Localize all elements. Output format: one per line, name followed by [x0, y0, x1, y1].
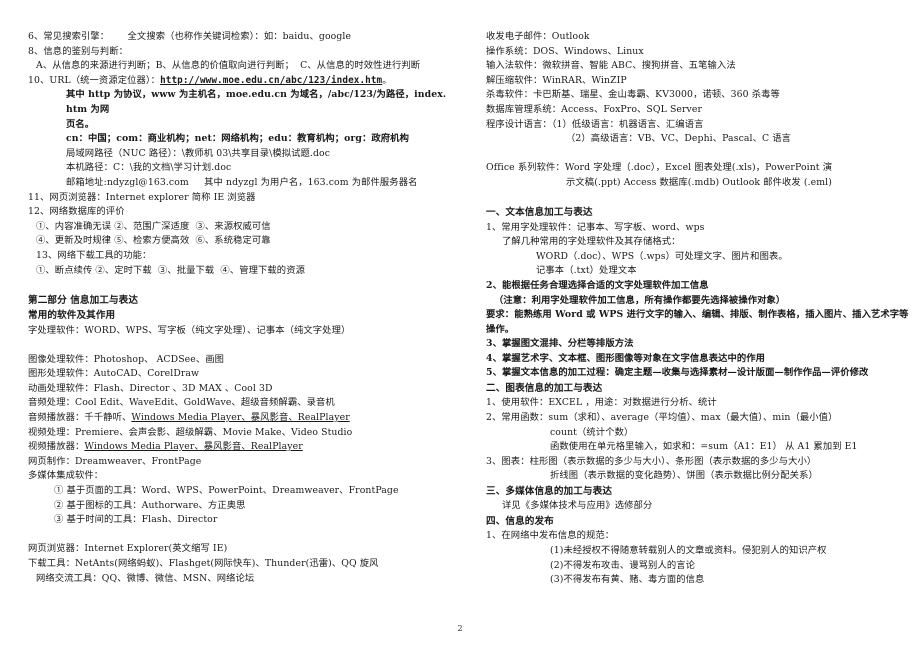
- body-line: 12、网络数据库的评价: [28, 206, 125, 218]
- body-line: 邮箱地址:ndyzgl@163.com 其中 ndyzgl 为用户名，163.c…: [66, 176, 418, 188]
- body-line: WORD（.doc）、WPS（.wps）可处理文字、图片和图表。: [536, 250, 788, 262]
- body-line-bold: cn：中国；com：商业机构；net：网络机构；edu：教育机构；org：政府机…: [66, 133, 409, 145]
- body-line: 函数使用在单元格里输入，如求和：=sum（A1：E1） 从 A1 累加到 E1: [550, 441, 858, 453]
- body-line: 1、使用软件：EXCEL ，用途：对数据进行分析、统计: [486, 397, 717, 409]
- body-line: 数据库管理系统：Access、FoxPro、SQL Server: [486, 103, 703, 115]
- document-page: 6、常见搜索引擎： 全文搜索（也称作关键词检索）：如：baidu、google 8…: [0, 0, 920, 651]
- section-heading: 二、图表信息的加工与表达: [486, 383, 603, 395]
- section-heading: 第二部分 信息加工与表达: [28, 294, 139, 306]
- body-line-bold: 操作。: [486, 323, 515, 335]
- page-number: 2: [457, 624, 463, 633]
- body-line: 记事本（.txt）处理文本: [536, 265, 637, 277]
- url-trailing-text: 。: [382, 74, 392, 86]
- body-line: ③ 基于时间的工具：Flash、Director: [54, 514, 218, 526]
- url-link[interactable]: http://www.moe.edu.cn/abc/123/index.htm: [160, 75, 382, 86]
- body-line: 网络交流工具：QQ、微博、微信、MSN、网络论坛: [36, 572, 255, 584]
- left-column: 6、常见搜索引擎： 全文搜索（也称作关键词检索）：如：baidu、google 8…: [28, 30, 452, 586]
- body-line-bold: 其中 http 为协议，www 为主机名，moe.edu.cn 为域名，/abc…: [66, 89, 447, 115]
- body-line: ④、更新及时规律 ⑤、检索方便高效 ⑥、系统稳定可靠: [36, 235, 271, 247]
- body-line: 动画处理软件：Flash、Director 、3D MAX 、Cool 3D: [28, 382, 273, 394]
- section-heading: 一、文本信息加工与表达: [486, 207, 593, 219]
- body-line-bold: 4、掌握艺术字、文本框、图形图像等对象在文字信息表达中的作用: [486, 352, 766, 364]
- body-line: 音频处理：Cool Edit、WaveEdit、GoldWave、超级音频解霸、…: [28, 397, 335, 409]
- body-line: 示文稿(.ppt) Access 数据库(.mdb) Outlook 邮件收发 …: [566, 176, 832, 188]
- body-line: (2)不得发布攻击、谩骂别人的言论: [550, 559, 696, 571]
- section-heading: 常用的软件及其作用: [28, 310, 116, 322]
- body-line: 详见《多媒体技术与应用》选修部分: [502, 500, 653, 512]
- body-line: A、从信息的来源进行判断；B、从信息的价值取向进行判断； C、从信息的时效性进行…: [36, 60, 421, 72]
- body-line: (3)不得发布有黄、赌、毒方面的信息: [550, 574, 705, 586]
- body-line: 了解几种常用的字处理软件及其存储格式：: [502, 236, 681, 248]
- body-line: ② 基于图标的工具：Authorware、方正奥思: [54, 499, 246, 511]
- underlined-text: Windows Media Player、暴风影音、RealPlayer: [131, 412, 350, 424]
- body-line-bold: 3、掌握图文混排、分栏等排版方法: [486, 338, 634, 350]
- body-line: count（统计个数）: [550, 426, 634, 438]
- body-line-with-underline: 视频播放器：Windows Media Player、暴风影音、RealPlay…: [28, 440, 452, 455]
- body-line: 解压缩软件：WinRAR、WinZIP: [486, 74, 627, 86]
- body-line: 视频处理：Premiere、会声会影、超级解霸、Movie Make、Video…: [28, 426, 353, 438]
- body-line: 下载工具：NetAnts(网络蚂蚁)、Flashget(网际快车)、Thunde…: [28, 558, 379, 569]
- body-line: 6、常见搜索引擎： 全文搜索（也称作关键词检索）：如：baidu、google: [28, 31, 352, 42]
- body-line: 13、网络下载工具的功能：: [36, 249, 152, 261]
- two-column-layout: 6、常见搜索引擎： 全文搜索（也称作关键词检索）：如：baidu、google 8…: [28, 30, 908, 588]
- body-line-bold: 要求：能熟练用 Word 或 WPS 进行文字的输入、编辑、排版、制作表格，插入…: [486, 309, 909, 321]
- body-line-bold: 2、能根据任务合理选择合适的文字处理软件加工信息: [486, 279, 709, 291]
- body-line: 程序设计语言：（1）低级语言：机器语言、汇编语言: [486, 118, 704, 130]
- body-line: 8、信息的鉴别与判断：: [28, 45, 128, 57]
- line-leading-text: 视频播放器：: [28, 441, 85, 453]
- body-line: 本机路径：C：\我的文档\学习计划.doc: [66, 162, 232, 174]
- section-heading: 四、信息的发布: [486, 516, 554, 528]
- body-line: （2）高级语言：VB、VC、Dephi、Pascal、C 语言: [566, 133, 792, 145]
- body-line: 操作系统：DOS、Windows、Linux: [486, 45, 644, 57]
- body-line: 字处理软件：WORD、WPS、写字板（纯文字处理）、记事本（纯文字处理）: [28, 324, 351, 336]
- body-line: 输入法软件：微软拼音、智能 ABC、搜狗拼音、五笔输入法: [486, 60, 736, 72]
- body-line: 2、常用函数：sum（求和）、average（平均值）、max（最大值）、min…: [486, 412, 838, 424]
- body-line: 折线图（表示数据的变化趋势）、饼图（表示数据比例分配关系）: [550, 470, 818, 482]
- body-line-bold: 页名。: [66, 118, 95, 130]
- body-line: 图像处理软件：Photoshop、 ACDSee、画图: [28, 353, 225, 365]
- right-column: 收发电子邮件：Outlook 操作系统：DOS、Windows、Linux 输入法软…: [486, 30, 920, 588]
- body-line: 收发电子邮件：Outlook: [486, 31, 590, 42]
- body-line: 1、常用字处理软件：记事本、写字板、word、wps: [486, 221, 705, 233]
- body-line: 1、在网络中发布信息的规范：: [486, 530, 615, 542]
- body-line: 3、图表：柱形图（表示数据的多少与大小）、条形图（表示数据的多少与大小）: [486, 455, 817, 467]
- body-line: ①、内容准确无误 ②、范围广深适度 ③、来源权威可信: [36, 220, 271, 232]
- url-label: 10、URL（统一资源定位器）：: [28, 74, 161, 86]
- body-line: 网页制作：Dreamweaver、FrontPage: [28, 455, 202, 467]
- body-line-bold: 5、掌握文本信息的加工过程：确定主题—收集与选择素材—设计版面—制作作品—评价修…: [486, 367, 869, 379]
- body-line: 多媒体集成软件：: [28, 470, 104, 482]
- body-line: 网页浏览器：Internet Explorer(英文缩写 IE): [28, 543, 228, 555]
- body-line: ① 基于页面的工具：Word、WPS、PowerPoint、Dreamweave…: [54, 485, 399, 497]
- underlined-text: Windows Media Player、暴风影音、RealPlayer: [84, 441, 303, 453]
- body-line: 杀毒软件：卡巴斯基、瑞星、金山毒霸、KV3000，诺顿、360 杀毒等: [486, 89, 780, 101]
- url-line: 10、URL（统一资源定位器）：http://www.moe.edu.cn/ab…: [28, 74, 452, 89]
- line-leading-text: 音频播放器：千千静听、: [28, 412, 132, 424]
- section-heading: 三、多媒体信息的加工与表达: [486, 486, 613, 498]
- body-line: (1)未经授权不得随意转载别人的文章或资料。侵犯别人的知识产权: [550, 545, 827, 557]
- body-line: 11、网页浏览器：Internet explorer 简称 IE 浏览器: [28, 191, 256, 203]
- body-line: Office 系列软件：Word 字处理（.doc），Excel 图表处理(.x…: [486, 162, 833, 174]
- body-line: ①、断点续传 ②、定时下载 ③、批量下载 ④、管理下载的资源: [36, 264, 305, 276]
- body-line: 局域网路径（NUC 路径）：\教师机 03\共享目录\模拟试题.doc: [66, 147, 331, 159]
- body-line-bold: （注意：利用字处理软件加工信息，所有操作都要先选择被操作对象）: [494, 294, 786, 306]
- body-line-with-underline: 音频播放器：千千静听、Windows Media Player、暴风影音、Rea…: [28, 411, 452, 426]
- body-line: 图形处理软件：AutoCAD、CorelDraw: [28, 368, 200, 380]
